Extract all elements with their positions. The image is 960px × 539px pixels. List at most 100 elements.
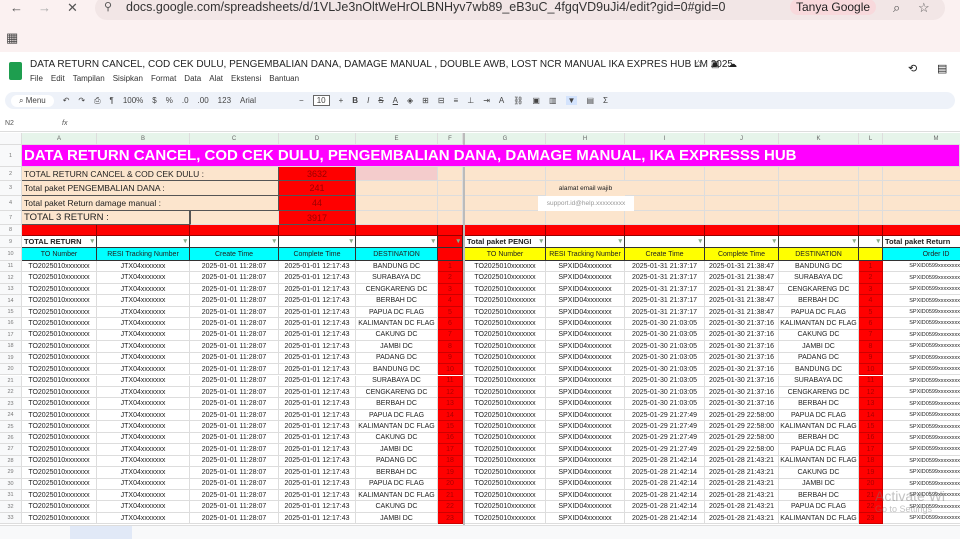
data-cell[interactable]: JTX04xxxxxxx	[97, 375, 190, 387]
data-cell[interactable]: TO2025010xxxxxxx	[465, 375, 546, 387]
data-cell[interactable]: SPXID04xxxxxxx	[546, 398, 625, 410]
column-title[interactable]: Create Time	[625, 248, 705, 261]
data-cell[interactable]: 2025-01-28 21:42:14	[625, 490, 705, 502]
data-cell[interactable]: 2025-01-28 21:43:21	[705, 490, 779, 502]
data-cell[interactable]: CAKUNG DC	[779, 329, 859, 342]
data-cell[interactable]: 2025-01-30 21:37:16	[705, 341, 779, 353]
data-cell[interactable]: JTX04xxxxxxx	[97, 467, 190, 479]
data-cell[interactable]: 2025-01-30 21:03:05	[625, 318, 705, 330]
data-cell[interactable]: CENGKARENG DC	[356, 386, 438, 399]
data-cell[interactable]: TO2025010xxxxxxx	[22, 375, 97, 387]
data-cell[interactable]: TO2025010xxxxxxx	[465, 272, 546, 284]
row-header[interactable]: 9	[0, 236, 22, 248]
data-cell[interactable]: TO2025010xxxxxxx	[465, 386, 546, 399]
data-cell[interactable]: TO2025010xxxxxxx	[22, 272, 97, 284]
data-cell[interactable]: 12	[859, 386, 883, 399]
column-title[interactable]: TO Number	[22, 248, 97, 261]
data-cell[interactable]: 2025-01-30 21:37:16	[705, 386, 779, 399]
red-separator[interactable]	[465, 225, 546, 236]
data-cell[interactable]: 2025-01-01 12:17:43	[279, 478, 356, 490]
summary-blank[interactable]	[859, 167, 883, 181]
data-cell[interactable]: TO2025010xxxxxxx	[465, 398, 546, 410]
data-cell[interactable]: 3	[859, 283, 883, 296]
data-cell[interactable]: TO2025010xxxxxxx	[22, 444, 97, 456]
filter-cell[interactable]: ▾	[779, 236, 859, 248]
data-cell[interactable]: SURABAYA DC	[356, 272, 438, 284]
data-cell[interactable]: BERBAH DC	[356, 467, 438, 479]
row-header[interactable]: 11	[0, 261, 22, 273]
data-cell[interactable]: TO2025010xxxxxxx	[465, 501, 546, 513]
row-header[interactable]: 13	[0, 283, 22, 296]
column-header[interactable]: L	[859, 133, 883, 145]
data-cell[interactable]: BERBAH DC	[779, 295, 859, 307]
data-cell[interactable]: BERBAH DC	[779, 490, 859, 502]
data-cell[interactable]: JTX04xxxxxxx	[97, 421, 190, 433]
data-cell[interactable]: 2025-01-01 11:28:07	[190, 375, 279, 387]
data-cell[interactable]: 2025-01-01 11:28:07	[190, 467, 279, 479]
data-cell[interactable]: SPXID04xxxxxxx	[546, 283, 625, 296]
menu-file[interactable]: File	[30, 74, 43, 83]
data-cell[interactable]: 8	[859, 341, 883, 353]
row-header[interactable]: 3	[0, 181, 22, 196]
row-header[interactable]: 17	[0, 329, 22, 342]
data-cell[interactable]: BANDUNG DC	[356, 364, 438, 376]
summary-blank[interactable]	[779, 181, 859, 196]
filter-cell[interactable]: TOTAL RETURN ▾	[22, 236, 97, 248]
red-separator[interactable]	[22, 225, 97, 236]
data-cell[interactable]: TO2025010xxxxxxx	[465, 478, 546, 490]
data-cell[interactable]: 2025-01-01 11:28:07	[190, 421, 279, 433]
column-title[interactable]: Complete Time	[279, 248, 356, 261]
summary-blank[interactable]	[705, 211, 779, 225]
data-cell[interactable]: SPXID0599xxxxxxxxx	[883, 341, 960, 353]
row-header[interactable]: 29	[0, 467, 22, 479]
data-cell[interactable]: 7	[859, 329, 883, 342]
column-title[interactable]: Order ID	[883, 248, 960, 261]
filter-dropdown-icon[interactable]: ▾	[90, 237, 94, 245]
filter-icon[interactable]: ▼	[565, 96, 578, 105]
data-cell[interactable]: 2025-01-01 11:28:07	[190, 409, 279, 422]
data-cell[interactable]: SPXID04xxxxxxx	[546, 364, 625, 376]
data-cell[interactable]: 15	[859, 421, 883, 433]
data-cell[interactable]: TO2025010xxxxxxx	[22, 501, 97, 513]
data-cell[interactable]: TO2025010xxxxxxx	[22, 364, 97, 376]
data-cell[interactable]: 14	[859, 409, 883, 422]
data-cell[interactable]: TO2025010xxxxxxx	[22, 329, 97, 342]
column-title[interactable]: DESTINATION	[779, 248, 859, 261]
data-cell[interactable]: 2025-01-30 21:37:16	[705, 318, 779, 330]
data-cell[interactable]: BANDUNG DC	[779, 364, 859, 376]
data-cell[interactable]: KALIMANTAN DC FLAG	[779, 421, 859, 433]
data-cell[interactable]: 19	[438, 467, 463, 479]
data-cell[interactable]: SPXID04xxxxxxx	[546, 444, 625, 456]
data-cell[interactable]: 4	[438, 295, 463, 307]
data-cell[interactable]: 2025-01-30 21:37:16	[705, 364, 779, 376]
red-separator[interactable]	[97, 225, 190, 236]
data-cell[interactable]: 2025-01-30 21:03:05	[625, 341, 705, 353]
data-cell[interactable]: 2025-01-30 21:03:05	[625, 386, 705, 399]
data-cell[interactable]: 2025-01-01 11:28:07	[190, 261, 279, 273]
data-cell[interactable]: 11	[438, 375, 463, 387]
data-cell[interactable]: 2025-01-28 21:43:21	[705, 455, 779, 468]
data-cell[interactable]: 2025-01-31 21:38:47	[705, 295, 779, 307]
filter-dropdown-icon[interactable]: ▾	[349, 237, 353, 245]
filter-cell[interactable]: ▾	[97, 236, 190, 248]
summary-blank[interactable]	[190, 211, 279, 225]
data-cell[interactable]: KALIMANTAN DC FLAG	[779, 512, 859, 525]
data-cell[interactable]: TO2025010xxxxxxx	[22, 283, 97, 296]
comment-icon[interactable]: ▣	[532, 96, 540, 105]
document-title[interactable]: DATA RETURN CANCEL, COD CEK DULU, PENGEM…	[30, 59, 733, 70]
data-cell[interactable]: TO2025010xxxxxxx	[465, 306, 546, 319]
number-format-button[interactable]: 123	[218, 96, 231, 105]
data-cell[interactable]: 2025-01-29 22:58:00	[705, 421, 779, 433]
column-title[interactable]: RESI Tracking Number	[97, 248, 190, 261]
data-cell[interactable]: JTX04xxxxxxx	[97, 329, 190, 342]
summary-blank[interactable]	[625, 181, 705, 196]
data-cell[interactable]: 2025-01-31 21:37:17	[625, 272, 705, 284]
data-cell[interactable]: TO2025010xxxxxxx	[22, 512, 97, 525]
data-cell[interactable]: JAMBI DC	[779, 478, 859, 490]
filter-dropdown-icon[interactable]: ▾	[618, 237, 622, 245]
data-cell[interactable]: JTX04xxxxxxx	[97, 478, 190, 490]
email-value[interactable]: support.id@help.xxxxxxxxx	[538, 196, 634, 211]
data-cell[interactable]: TO2025010xxxxxxx	[465, 512, 546, 525]
data-cell[interactable]: 16	[438, 432, 463, 445]
filter-views-icon[interactable]: ▤	[586, 96, 594, 105]
